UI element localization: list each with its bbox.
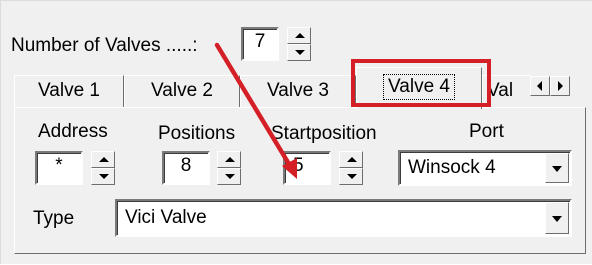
tab-scroll-right-button[interactable] [550,76,570,96]
positions-spinner[interactable] [217,151,241,185]
port-label: Port [469,121,504,142]
startposition-label: Startposition [271,123,377,144]
spin-down-icon [347,174,357,179]
address-label: Address [38,121,108,142]
tab-scroll-left-icon [537,81,542,91]
tab-valve-1[interactable]: Valve 1 [14,75,124,107]
tab-scroll-right-icon [558,81,563,91]
number-of-valves-label: Number of Valves .....: [11,35,198,56]
type-label: Type [33,208,75,229]
spin-down-icon [295,50,305,55]
positions-field[interactable]: 8 [162,151,210,185]
port-dropdown[interactable]: Winsock 4 [398,150,572,186]
spin-down-button[interactable] [217,168,241,185]
positions-label: Positions [158,123,236,144]
spin-up-icon [225,157,235,162]
valve-settings-dialog: Number of Valves .....: 7 Valve 1 Valve … [0,0,592,264]
number-of-valves-spinner[interactable] [287,27,311,61]
type-dropdown[interactable]: Vici Valve [115,199,572,237]
spin-up-button[interactable] [217,151,241,168]
port-value: Winsock 4 [408,157,496,178]
spin-down-button[interactable] [91,168,115,185]
address-field[interactable]: * [35,151,83,185]
dropdown-arrow-icon [552,216,562,222]
spin-up-button[interactable] [339,151,363,168]
startposition-spinner[interactable] [339,151,363,185]
tab-valve-2[interactable]: Valve 2 [124,75,240,107]
type-value: Vici Valve [125,207,207,228]
spin-up-button[interactable] [91,151,115,168]
type-dropdown-button[interactable] [545,202,569,234]
spin-up-icon [295,33,305,38]
spin-down-icon [225,174,235,179]
address-spinner[interactable] [91,151,115,185]
spin-down-button[interactable] [339,168,363,185]
tab-highlight-box [351,59,491,107]
spin-up-icon [347,157,357,162]
spin-up-button[interactable] [287,27,311,44]
spin-down-icon [99,174,109,179]
tab-valve-3[interactable]: Valve 3 [240,75,356,107]
startposition-field[interactable]: 5 [283,151,331,185]
spin-down-button[interactable] [287,44,311,61]
number-of-valves-field[interactable]: 7 [241,27,279,61]
tab-scroll-left-button[interactable] [530,76,550,96]
port-dropdown-button[interactable] [545,153,569,183]
dropdown-arrow-icon [552,166,562,172]
spin-up-icon [99,157,109,162]
